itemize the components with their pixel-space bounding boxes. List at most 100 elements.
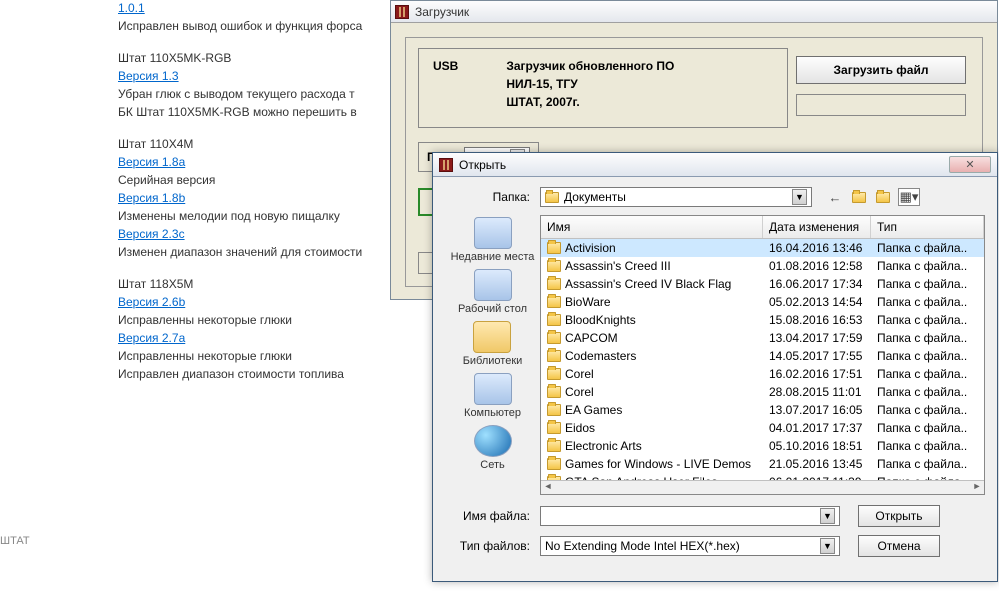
new-folder-icon[interactable] <box>874 188 892 206</box>
file-row[interactable]: Eidos04.01.2017 17:37Папка с файла.. <box>541 419 984 437</box>
file-name: Corel <box>565 385 594 399</box>
folder-icon <box>547 278 561 290</box>
filetype-value: No Extending Mode Intel HEX(*.hex) <box>545 539 740 553</box>
file-row[interactable]: BloodKnights 15.08.2016 16:53Папка с файл… <box>541 311 984 329</box>
folder-icon <box>547 314 561 326</box>
open-file-dialog: Открыть ✕ Папка: Документы ▼ ← ▦▾ <box>432 152 998 582</box>
file-row[interactable]: Codemasters14.05.2017 17:55Папка с файла… <box>541 347 984 365</box>
file-name: EA Games <box>565 403 622 417</box>
close-button[interactable]: ✕ <box>949 156 991 173</box>
place-desktop[interactable]: Рабочий стол <box>458 269 527 315</box>
file-date: 16.02.2016 17:51 <box>763 366 871 382</box>
file-date: 21.05.2016 13:45 <box>763 456 871 472</box>
network-icon <box>474 425 512 457</box>
link-v26b[interactable]: Версия 2.6b <box>118 295 185 309</box>
file-date: 16.04.2016 13:46 <box>763 240 871 256</box>
link-v101[interactable]: 1.0.1 <box>118 1 145 15</box>
file-row[interactable]: GTA San Andreas User Files06.01.2017 11:… <box>541 473 984 480</box>
file-date: 01.08.2016 12:58 <box>763 258 871 274</box>
folder-icon <box>547 458 561 470</box>
info-line-1: Загрузчик обновленного ПО <box>506 59 674 73</box>
usb-label: USB <box>433 59 503 73</box>
horizontal-scrollbar[interactable] <box>541 480 984 494</box>
loader-title: Загрузчик <box>415 5 469 19</box>
info-line-3: ШТАТ, 2007г. <box>506 95 674 109</box>
file-row[interactable]: Games for Windows - LIVE Demos21.05.2016… <box>541 455 984 473</box>
load-file-button[interactable]: Загрузить файл <box>796 56 966 84</box>
file-type: Папка с файла.. <box>871 438 984 454</box>
col-name[interactable]: Имя <box>541 216 763 238</box>
link-v18b[interactable]: Версия 1.8b <box>118 191 185 205</box>
file-type: Папка с файла.. <box>871 456 984 472</box>
file-row[interactable]: Electronic Arts 05.10.2016 18:51Папка с ф… <box>541 437 984 455</box>
file-type: Папка с файла.. <box>871 330 984 346</box>
folder-icon <box>547 386 561 398</box>
file-type: Папка с файла.. <box>871 384 984 400</box>
file-name: Assassin's Creed III <box>565 259 671 273</box>
filename-label: Имя файла: <box>445 509 540 523</box>
file-date: 16.06.2017 17:34 <box>763 276 871 292</box>
file-name: Codemasters <box>565 349 636 363</box>
filetype-label: Тип файлов: <box>445 539 540 553</box>
folder-up-icon[interactable] <box>850 188 868 206</box>
folder-label: Папка: <box>445 190 540 204</box>
view-menu-icon[interactable]: ▦▾ <box>898 188 920 206</box>
folder-icon <box>547 242 561 254</box>
file-row[interactable]: CAPCOM13.04.2017 17:59Папка с файла.. <box>541 329 984 347</box>
file-name: CAPCOM <box>565 331 618 345</box>
file-type: Папка с файла.. <box>871 258 984 274</box>
open-app-icon <box>439 158 453 172</box>
file-list-header[interactable]: Имя Дата изменения Тип <box>541 216 984 239</box>
open-button[interactable]: Открыть <box>858 505 940 527</box>
file-name: BioWare <box>565 295 611 309</box>
file-name: Assassin's Creed IV Black Flag <box>565 277 731 291</box>
link-v27a[interactable]: Версия 2.7a <box>118 331 185 345</box>
folder-icon <box>547 368 561 380</box>
chevron-down-icon[interactable]: ▼ <box>792 189 807 205</box>
nav-back-icon[interactable]: ← <box>826 188 844 206</box>
open-titlebar[interactable]: Открыть ✕ <box>433 153 997 177</box>
col-type[interactable]: Тип <box>871 216 984 238</box>
file-list[interactable]: Имя Дата изменения Тип Activision 16.04.2… <box>540 215 985 495</box>
folder-icon <box>547 422 561 434</box>
file-row[interactable]: BioWare05.02.2013 14:54Папка с файла.. <box>541 293 984 311</box>
file-row[interactable]: Corel16.02.2016 17:51Папка с файла.. <box>541 365 984 383</box>
folder-value: Документы <box>564 190 626 204</box>
place-network[interactable]: Сеть <box>474 425 512 471</box>
file-type: Папка с файла.. <box>871 420 984 436</box>
place-recent[interactable]: Недавние места <box>451 217 535 263</box>
loader-app-icon <box>395 5 409 19</box>
col-date[interactable]: Дата изменения <box>763 216 871 238</box>
file-row[interactable]: Activision16.04.2016 13:46Папка с файла.… <box>541 239 984 257</box>
place-computer[interactable]: Компьютер <box>464 373 521 419</box>
file-date: 05.02.2013 14:54 <box>763 294 871 310</box>
file-date: 05.10.2016 18:51 <box>763 438 871 454</box>
filename-input[interactable]: ▼ <box>540 506 840 526</box>
link-v23c[interactable]: Версия 2.3c <box>118 227 185 241</box>
file-type: Папка с файла.. <box>871 276 984 292</box>
file-type: Папка с файла.. <box>871 312 984 328</box>
folder-icon <box>545 192 559 203</box>
folder-icon <box>547 440 561 452</box>
file-date: 28.08.2015 11:01 <box>763 384 871 400</box>
footer-label: ШТАТ <box>0 535 30 547</box>
filetype-combo[interactable]: No Extending Mode Intel HEX(*.hex) ▼ <box>540 536 840 556</box>
loader-info-box: USB Загрузчик обновленного ПО НИЛ-15, ТГ… <box>418 48 788 128</box>
cancel-button[interactable]: Отмена <box>858 535 940 557</box>
file-name: Electronic Arts <box>565 439 642 453</box>
file-row[interactable]: Assassin's Creed III 01.08.2016 12:58Папк… <box>541 257 984 275</box>
file-row[interactable]: Assassin's Creed IV Black Flag 16.06.2017… <box>541 275 984 293</box>
folder-icon <box>547 296 561 308</box>
folder-combo[interactable]: Документы ▼ <box>540 187 812 207</box>
file-date: 15.08.2016 16:53 <box>763 312 871 328</box>
file-row[interactable]: Corel 28.08.2015 11:01Папка с файла.. <box>541 383 984 401</box>
link-v13[interactable]: Версия 1.3 <box>118 69 179 83</box>
link-v18a[interactable]: Версия 1.8a <box>118 155 185 169</box>
place-libraries[interactable]: Библиотеки <box>463 321 523 367</box>
loader-titlebar[interactable]: Загрузчик <box>391 1 997 23</box>
file-name: Activision <box>565 241 616 255</box>
file-row[interactable]: EA Games13.07.2017 16:05Папка с файла.. <box>541 401 984 419</box>
file-name: BloodKnights <box>565 313 636 327</box>
chevron-down-icon[interactable]: ▼ <box>820 538 835 554</box>
chevron-down-icon[interactable]: ▼ <box>820 508 835 524</box>
